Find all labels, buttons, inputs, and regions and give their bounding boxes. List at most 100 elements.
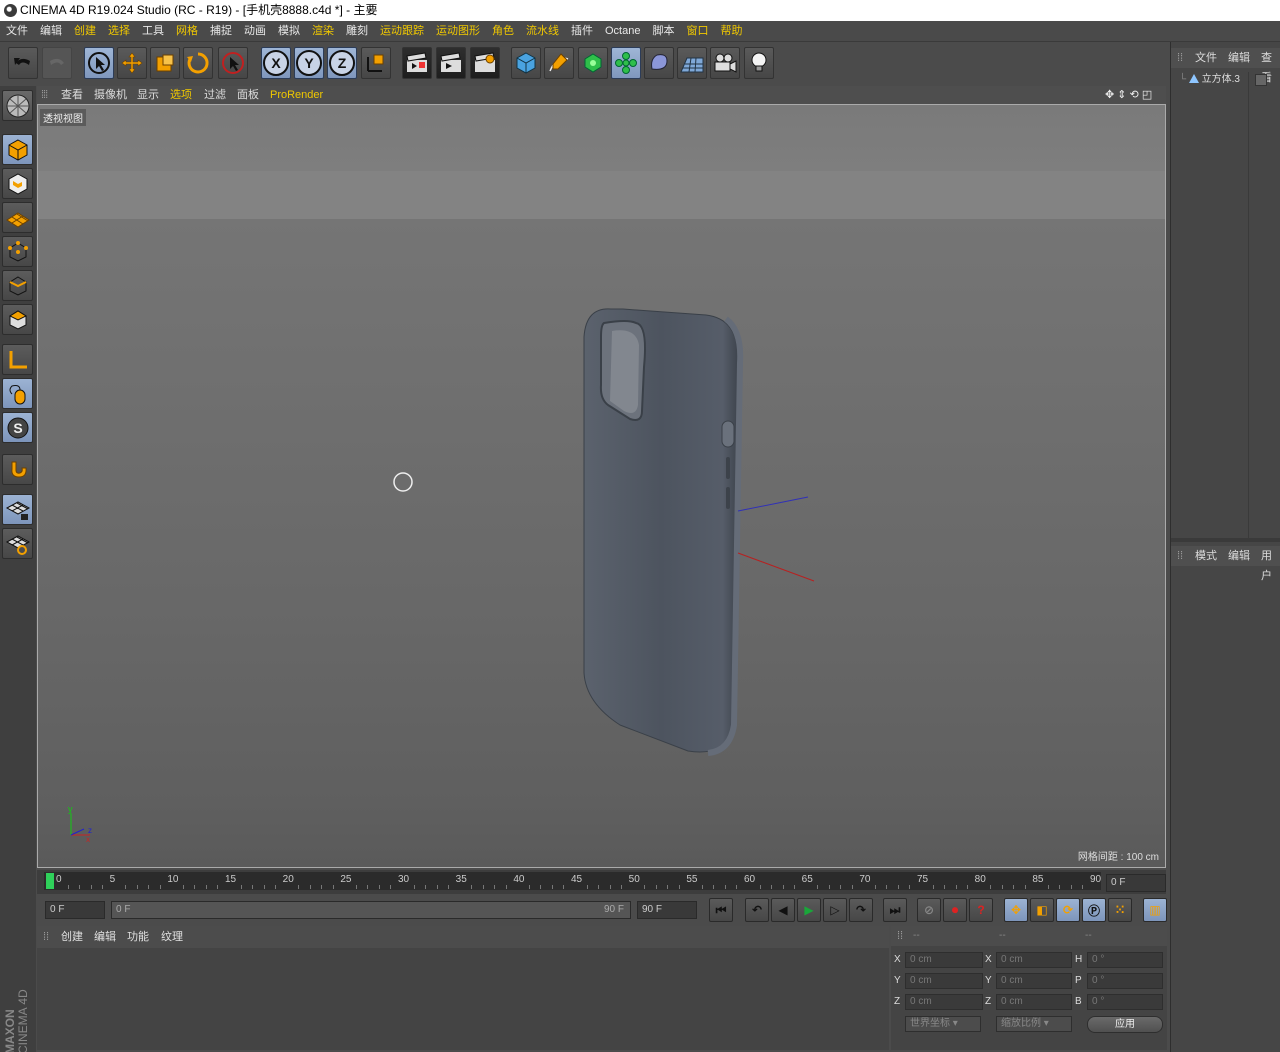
rotation-track-button[interactable]: ⟳ xyxy=(1056,898,1080,922)
add-cube-button[interactable] xyxy=(511,47,541,79)
lock-x-axis-button[interactable]: X xyxy=(261,47,291,79)
snap-button[interactable] xyxy=(2,454,33,485)
rot-h-field[interactable]: 0 ° xyxy=(1087,952,1163,968)
menu-item-18[interactable]: 窗口 xyxy=(680,21,714,42)
pos-x-field[interactable]: 0 cm xyxy=(905,952,983,968)
menu-item-5[interactable]: 网格 xyxy=(170,21,204,42)
size-x-field[interactable]: 0 cm xyxy=(996,952,1072,968)
menu-item-1[interactable]: 编辑 xyxy=(34,21,68,42)
menu-item-7[interactable]: 动画 xyxy=(238,21,272,42)
om-menu-file[interactable]: 文件 xyxy=(1195,48,1217,68)
add-floor-button[interactable] xyxy=(677,47,707,79)
enable-axis-button[interactable] xyxy=(2,344,33,375)
make-editable-button[interactable] xyxy=(2,90,33,121)
render-settings-button[interactable] xyxy=(470,47,500,79)
tweak-mode-button[interactable] xyxy=(2,378,33,409)
add-generator-button[interactable] xyxy=(578,47,608,79)
keyframe-selection-button[interactable]: ? xyxy=(969,898,993,922)
viewport-menu-item-5[interactable]: 面板 xyxy=(237,86,259,104)
play-forward-button[interactable]: ▶ xyxy=(797,898,821,922)
panel-grip-icon[interactable]: ⁞⁞ xyxy=(1177,546,1183,566)
undo-button[interactable] xyxy=(8,47,38,79)
render-view-button[interactable] xyxy=(402,47,432,79)
planar-workplane-button[interactable] xyxy=(2,528,33,559)
redo-button[interactable] xyxy=(42,47,72,79)
timeline-ruler[interactable]: 0 5 10 15 20 25 30 35 40 45 50 55 60 65 70 75 80 85 90 xyxy=(44,872,1101,890)
move-tool-button[interactable] xyxy=(117,47,147,79)
menu-item-15[interactable]: 插件 xyxy=(565,21,599,42)
mm-menu-edit[interactable]: 编辑 xyxy=(94,926,116,948)
menu-item-4[interactable]: 工具 xyxy=(136,21,170,42)
rot-b-field[interactable]: 0 ° xyxy=(1087,994,1163,1010)
perspective-viewport[interactable]: 透视视图 y z x 网格间距: 100 cm xyxy=(37,104,1166,868)
menu-item-16[interactable]: Octane xyxy=(599,21,646,42)
size-mode-dropdown[interactable]: 缩放比例 ▾ xyxy=(996,1016,1072,1032)
record-active-objects-button[interactable]: ⊘ xyxy=(917,898,941,922)
menu-item-2[interactable]: 创建 xyxy=(68,21,102,42)
playhead[interactable] xyxy=(46,873,54,889)
panel-grip-icon[interactable]: ⁞⁞⁞ xyxy=(41,86,48,104)
viewport-menu-item-1[interactable]: 摄像机 xyxy=(94,86,127,104)
add-spline-pen-button[interactable] xyxy=(544,47,574,79)
om-menu-edit[interactable]: 编辑 xyxy=(1228,48,1250,68)
coordinate-system-dropdown[interactable]: 世界坐标 ▾ xyxy=(905,1016,981,1032)
scale-track-button[interactable]: ◧ xyxy=(1030,898,1054,922)
menu-item-12[interactable]: 运动图形 xyxy=(430,21,486,42)
viewport-menu-item-2[interactable]: 显示 xyxy=(137,86,159,104)
go-to-end-button[interactable]: ⏭ xyxy=(883,898,907,922)
next-key-button[interactable]: ↷ xyxy=(849,898,873,922)
render-to-picture-viewer-button[interactable] xyxy=(436,47,466,79)
menu-item-6[interactable]: 捕捉 xyxy=(204,21,238,42)
menu-item-13[interactable]: 角色 xyxy=(486,21,520,42)
position-track-button[interactable]: ✥ xyxy=(1004,898,1028,922)
apply-button[interactable]: 应用 xyxy=(1087,1016,1163,1033)
parameter-track-button[interactable]: Ⓟ xyxy=(1082,898,1106,922)
mm-menu-function[interactable]: 功能 xyxy=(127,926,149,948)
previous-frame-button[interactable]: ◀ xyxy=(771,898,795,922)
menu-item-3[interactable]: 选择 xyxy=(102,21,136,42)
menu-item-14[interactable]: 流水线 xyxy=(520,21,565,42)
panel-grip-icon[interactable]: ⁞⁞ xyxy=(897,930,903,942)
go-to-start-button[interactable]: ⏮ xyxy=(709,898,733,922)
panel-divider[interactable] xyxy=(1171,538,1280,542)
menu-item-9[interactable]: 渲染 xyxy=(306,21,340,42)
viewport-menu-item-0[interactable]: 查看 xyxy=(61,86,83,104)
autokeying-button[interactable]: ⏺ xyxy=(943,898,967,922)
am-menu-mode[interactable]: 模式 xyxy=(1195,546,1217,566)
pos-z-field[interactable]: 0 cm xyxy=(905,994,983,1010)
visibility-toggle-icon[interactable] xyxy=(1255,74,1267,86)
menu-item-11[interactable]: 运动跟踪 xyxy=(374,21,430,42)
panel-grip-icon[interactable]: ⁞⁞ xyxy=(43,926,49,948)
polygons-mode-button[interactable] xyxy=(2,304,33,335)
points-mode-button[interactable] xyxy=(2,236,33,267)
pos-y-field[interactable]: 0 cm xyxy=(905,973,983,989)
add-camera-button[interactable] xyxy=(710,47,740,79)
panel-grip-icon[interactable]: ⁞⁞ xyxy=(1177,48,1183,68)
solo-button[interactable]: S xyxy=(2,412,33,443)
object-axis-gizmo[interactable] xyxy=(737,496,815,582)
point-level-animation-button[interactable]: ⁙ xyxy=(1108,898,1132,922)
mm-menu-create[interactable]: 创建 xyxy=(61,926,83,948)
menu-item-8[interactable]: 模拟 xyxy=(272,21,306,42)
start-frame-field[interactable]: 0 F xyxy=(45,901,105,919)
add-deformer-button[interactable] xyxy=(644,47,674,79)
end-frame-field[interactable]: 90 F xyxy=(637,901,697,919)
lock-workplane-button[interactable] xyxy=(2,494,33,525)
current-frame-field[interactable]: 0 F xyxy=(1106,874,1166,892)
model-mode-button[interactable] xyxy=(2,134,33,165)
mm-menu-texture[interactable]: 纹理 xyxy=(161,926,183,948)
workplane-mode-button[interactable] xyxy=(2,202,33,233)
size-z-field[interactable]: 0 cm xyxy=(996,994,1072,1010)
next-frame-button[interactable]: ▷ xyxy=(823,898,847,922)
add-cloner-button[interactable] xyxy=(611,47,641,79)
menu-item-19[interactable]: 帮助 xyxy=(714,21,748,42)
viewport-menu-item-4[interactable]: 过滤 xyxy=(204,86,226,104)
texture-mode-button[interactable] xyxy=(2,168,33,199)
scale-tool-button[interactable] xyxy=(150,47,180,79)
last-tool-button[interactable] xyxy=(218,47,248,79)
live-selection-button[interactable] xyxy=(84,47,114,79)
viewport-navigation-icons[interactable]: ✥ ⇕ ⟲ ◰ xyxy=(1105,86,1152,104)
add-light-button[interactable] xyxy=(744,47,774,79)
previous-key-button[interactable]: ↶ xyxy=(745,898,769,922)
edges-mode-button[interactable] xyxy=(2,270,33,301)
